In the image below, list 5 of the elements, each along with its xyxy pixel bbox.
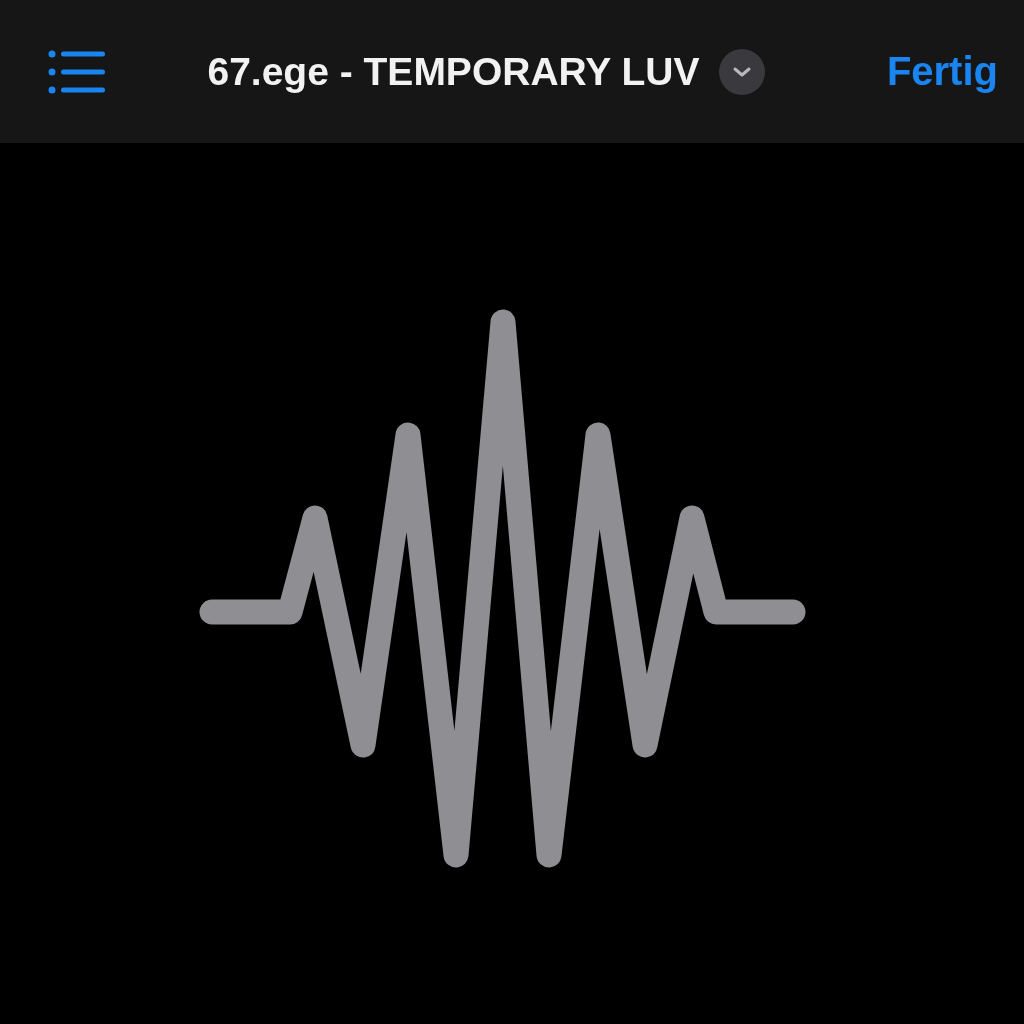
recording-title: 67.ege - TEMPORARY LUV <box>207 49 700 94</box>
done-button[interactable]: Fertig <box>886 49 998 94</box>
list-icon <box>48 49 106 94</box>
chevron-down-icon <box>732 65 753 78</box>
list-menu-button[interactable] <box>48 49 106 94</box>
